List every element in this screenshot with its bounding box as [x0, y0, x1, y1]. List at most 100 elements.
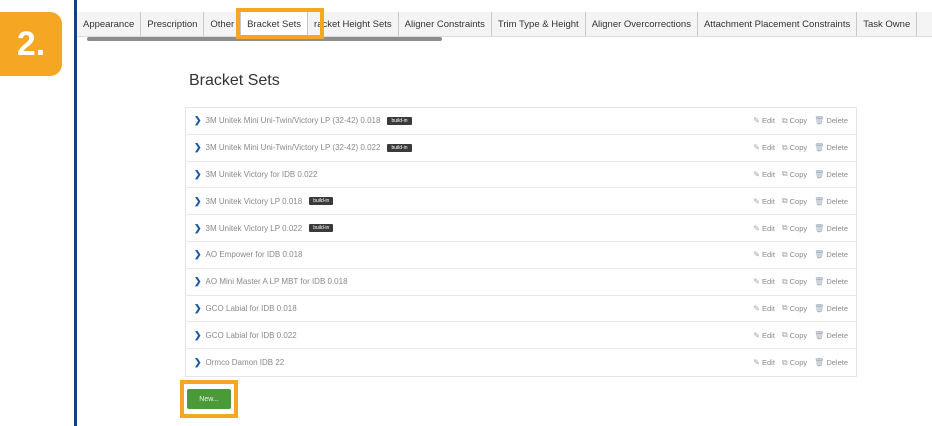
trash-icon: 🗑: [814, 277, 825, 287]
edit-label: Edit: [761, 169, 775, 179]
copy-icon: ⧉: [781, 330, 788, 340]
list-item[interactable]: ❯ AO Empower for IDB 0.018 ✎ Edit ⧉ Copy 🗑…: [186, 242, 856, 269]
copy-button[interactable]: ⧉ Copy: [782, 169, 807, 179]
edit-button[interactable]: ✎ Edit: [753, 330, 775, 340]
list-item[interactable]: ❯ GCO Labial for IDB 0.018 ✎ Edit ⧉ Copy 🗑…: [186, 296, 856, 323]
chevron-right-icon[interactable]: ❯: [194, 249, 202, 260]
delete-button[interactable]: 🗑 Delete: [814, 116, 848, 126]
delete-label: Delete: [826, 277, 848, 287]
list-item[interactable]: ❯ AO Mini Master A LP MBT for IDB 0.018 …: [186, 269, 856, 296]
delete-button[interactable]: 🗑 Delete: [814, 250, 848, 260]
tab-bar: Appearance Prescription Other Bracket Se…: [77, 12, 932, 37]
edit-label: Edit: [761, 330, 775, 340]
copy-label: Copy: [789, 277, 808, 287]
tab-aligner-overcorrections[interactable]: Aligner Overcorrections: [586, 12, 698, 36]
copy-label: Copy: [789, 250, 808, 260]
edit-button[interactable]: ✎ Edit: [753, 223, 775, 233]
copy-label: Copy: [789, 116, 808, 126]
edit-icon: ✎: [753, 169, 760, 179]
edit-button[interactable]: ✎ Edit: [753, 143, 775, 153]
list-item[interactable]: ❯ 3M Unitek Victory for IDB 0.022 ✎ Edit …: [186, 162, 856, 189]
row-actions: ✎ Edit ⧉ Copy 🗑 Delete: [753, 330, 856, 340]
delete-button[interactable]: 🗑 Delete: [814, 358, 848, 368]
edit-button[interactable]: ✎ Edit: [753, 303, 775, 313]
delete-label: Delete: [826, 169, 848, 179]
edit-label: Edit: [761, 196, 775, 206]
trash-icon: 🗑: [814, 330, 825, 340]
list-item-name: Ormco Damon IDB 22: [205, 358, 285, 368]
copy-icon: ⧉: [781, 169, 788, 179]
copy-button[interactable]: ⧉ Copy: [782, 358, 807, 368]
step-number-badge: 2.: [0, 12, 62, 76]
delete-button[interactable]: 🗑 Delete: [814, 223, 848, 233]
copy-icon: ⧉: [781, 223, 788, 233]
edit-button[interactable]: ✎ Edit: [753, 116, 775, 126]
chevron-right-icon[interactable]: ❯: [194, 142, 202, 153]
build-in-badge: build-in: [387, 143, 412, 152]
edit-button[interactable]: ✎ Edit: [753, 196, 775, 206]
copy-label: Copy: [789, 330, 808, 340]
copy-button[interactable]: ⧉ Copy: [782, 116, 807, 126]
list-item[interactable]: ❯ Ormco Damon IDB 22 ✎ Edit ⧉ Copy 🗑 Delete: [186, 349, 856, 376]
tab-trim-type-height[interactable]: Trim Type & Height: [492, 12, 586, 36]
copy-button[interactable]: ⧉ Copy: [782, 143, 807, 153]
copy-icon: ⧉: [781, 115, 788, 125]
delete-label: Delete: [826, 143, 848, 153]
row-actions: ✎ Edit ⧉ Copy 🗑 Delete: [753, 250, 856, 260]
chevron-right-icon[interactable]: ❯: [194, 276, 202, 287]
chevron-right-icon[interactable]: ❯: [194, 115, 202, 126]
chevron-right-icon[interactable]: ❯: [194, 223, 202, 234]
chevron-right-icon[interactable]: ❯: [194, 330, 202, 341]
list-item-name: AO Empower for IDB 0.018: [205, 250, 303, 260]
edit-icon: ✎: [753, 196, 760, 206]
trash-icon: 🗑: [814, 223, 825, 233]
tab-appearance[interactable]: Appearance: [77, 12, 142, 36]
edit-icon: ✎: [753, 223, 760, 233]
edit-label: Edit: [761, 277, 775, 287]
app-window: Appearance Prescription Other Bracket Se…: [74, 0, 932, 426]
copy-icon: ⧉: [781, 142, 788, 152]
copy-button[interactable]: ⧉ Copy: [782, 196, 807, 206]
list-item[interactable]: ❯ GCO Labial for IDB 0.022 ✎ Edit ⧉ Copy 🗑…: [186, 322, 856, 350]
delete-button[interactable]: 🗑 Delete: [814, 330, 848, 340]
tab-prescription[interactable]: Prescription: [141, 12, 205, 36]
list-item[interactable]: ❯ 3M Unitek Victory LP 0.022 build-in ✎ E…: [186, 215, 856, 242]
edit-icon: ✎: [753, 358, 760, 368]
edit-button[interactable]: ✎ Edit: [753, 169, 775, 179]
copy-button[interactable]: ⧉ Copy: [782, 303, 807, 313]
list-item[interactable]: ❯ 3M Unitek Mini Uni-Twin/Victory LP (32…: [186, 135, 856, 162]
tab-task-owner[interactable]: Task Owne: [857, 12, 918, 36]
list-item[interactable]: ❯ 3M Unitek Mini Uni-Twin/Victory LP (32…: [186, 108, 856, 135]
chevron-right-icon[interactable]: ❯: [194, 303, 202, 314]
edit-button[interactable]: ✎ Edit: [753, 358, 775, 368]
list-item-name: 3M Unitek Mini Uni-Twin/Victory LP (32-4…: [205, 116, 381, 126]
list-item-name: AO Mini Master A LP MBT for IDB 0.018: [205, 277, 348, 287]
copy-icon: ⧉: [781, 276, 788, 286]
list-item[interactable]: ❯ 3M Unitek Victory LP 0.018 build-in ✎ E…: [186, 188, 856, 216]
delete-button[interactable]: 🗑 Delete: [814, 143, 848, 153]
delete-button[interactable]: 🗑 Delete: [814, 196, 848, 206]
highlight-box-bracket-sets-tab: [236, 8, 324, 39]
edit-button[interactable]: ✎ Edit: [753, 277, 775, 287]
tab-attachment-placement-constraints[interactable]: Attachment Placement Constraints: [698, 12, 858, 36]
chevron-right-icon[interactable]: ❯: [194, 169, 202, 180]
row-actions: ✎ Edit ⧉ Copy 🗑 Delete: [753, 196, 856, 206]
trash-icon: 🗑: [814, 116, 825, 126]
copy-button[interactable]: ⧉ Copy: [782, 250, 807, 260]
edit-button[interactable]: ✎ Edit: [753, 250, 775, 260]
delete-label: Delete: [826, 116, 848, 126]
chevron-right-icon[interactable]: ❯: [194, 357, 202, 368]
copy-button[interactable]: ⧉ Copy: [782, 223, 807, 233]
list-item-name: GCO Labial for IDB 0.022: [205, 330, 297, 340]
delete-button[interactable]: 🗑 Delete: [814, 169, 848, 179]
chevron-right-icon[interactable]: ❯: [194, 196, 202, 207]
copy-label: Copy: [789, 303, 808, 313]
tab-aligner-constraints[interactable]: Aligner Constraints: [399, 12, 492, 36]
edit-label: Edit: [761, 223, 775, 233]
delete-label: Delete: [826, 358, 848, 368]
copy-button[interactable]: ⧉ Copy: [782, 330, 807, 340]
delete-button[interactable]: 🗑 Delete: [814, 277, 848, 287]
trash-icon: 🗑: [814, 303, 825, 313]
copy-button[interactable]: ⧉ Copy: [782, 277, 807, 287]
delete-button[interactable]: 🗑 Delete: [814, 303, 848, 313]
